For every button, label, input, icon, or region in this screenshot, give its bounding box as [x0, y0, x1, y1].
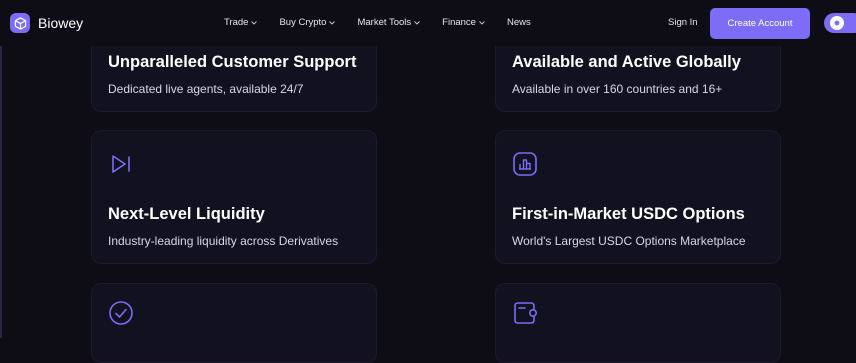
chevron-down-icon [251, 20, 258, 25]
nav-news[interactable]: News [507, 17, 531, 28]
feature-title: First-in-Market USDC Options [512, 205, 745, 223]
brand-name: Biowey [38, 15, 84, 31]
nav-label: Buy Crypto [279, 17, 327, 28]
chevron-down-icon [479, 20, 485, 25]
window-edge [0, 0, 2, 338]
create-account-button[interactable]: Create Account [710, 8, 810, 39]
feature-title: Next-Level Liquidity [108, 205, 265, 223]
feature-description: Dedicated live agents, available 24/7 [108, 82, 304, 96]
theme-toggle[interactable] [824, 13, 856, 33]
cube-icon [10, 13, 30, 33]
brand-logo[interactable]: Biowey [10, 13, 83, 33]
feature-card-liquidity: Next-Level Liquidity Industry-leading li… [91, 130, 377, 264]
sun-icon [834, 20, 840, 26]
nav-label: Trade [224, 17, 249, 28]
bar-chart-icon [513, 152, 537, 176]
theme-toggle-knob [830, 16, 844, 30]
nav-finance[interactable]: Finance [442, 17, 485, 28]
play-bar-icon [112, 155, 130, 173]
nav-buy-crypto[interactable]: Buy Crypto [279, 17, 336, 28]
feature-description: World's Largest USDC Options Marketplace [512, 234, 746, 248]
feature-card-partial [91, 283, 377, 363]
feature-card-usdc-options: First-in-Market USDC Options World's Lar… [495, 130, 781, 264]
main-nav: Trade Buy Crypto Market Tools Finance Ne… [224, 17, 553, 28]
nav-label: Market Tools [357, 17, 412, 28]
chevron-down-icon [414, 20, 420, 25]
feature-card-partial [495, 283, 781, 363]
feature-description: Available in over 160 countries and 16+ [512, 82, 723, 96]
nav-label: News [506, 17, 531, 28]
nav-trade[interactable]: Trade [224, 17, 258, 28]
chevron-down-icon [329, 20, 336, 25]
feature-title: Unparalleled Customer Support [108, 53, 357, 71]
nav-label: Finance [442, 17, 476, 28]
feature-title: Available and Active Globally [512, 53, 741, 71]
feature-description: Industry-leading liquidity across Deriva… [108, 234, 339, 248]
top-navbar: Biowey Trade Buy Crypto Market Tools Fin… [0, 0, 856, 46]
wallet-icon [514, 302, 537, 324]
nav-market-tools[interactable]: Market Tools [357, 17, 420, 28]
check-circle-icon [109, 301, 133, 325]
sign-in-link[interactable]: Sign In [668, 17, 698, 28]
